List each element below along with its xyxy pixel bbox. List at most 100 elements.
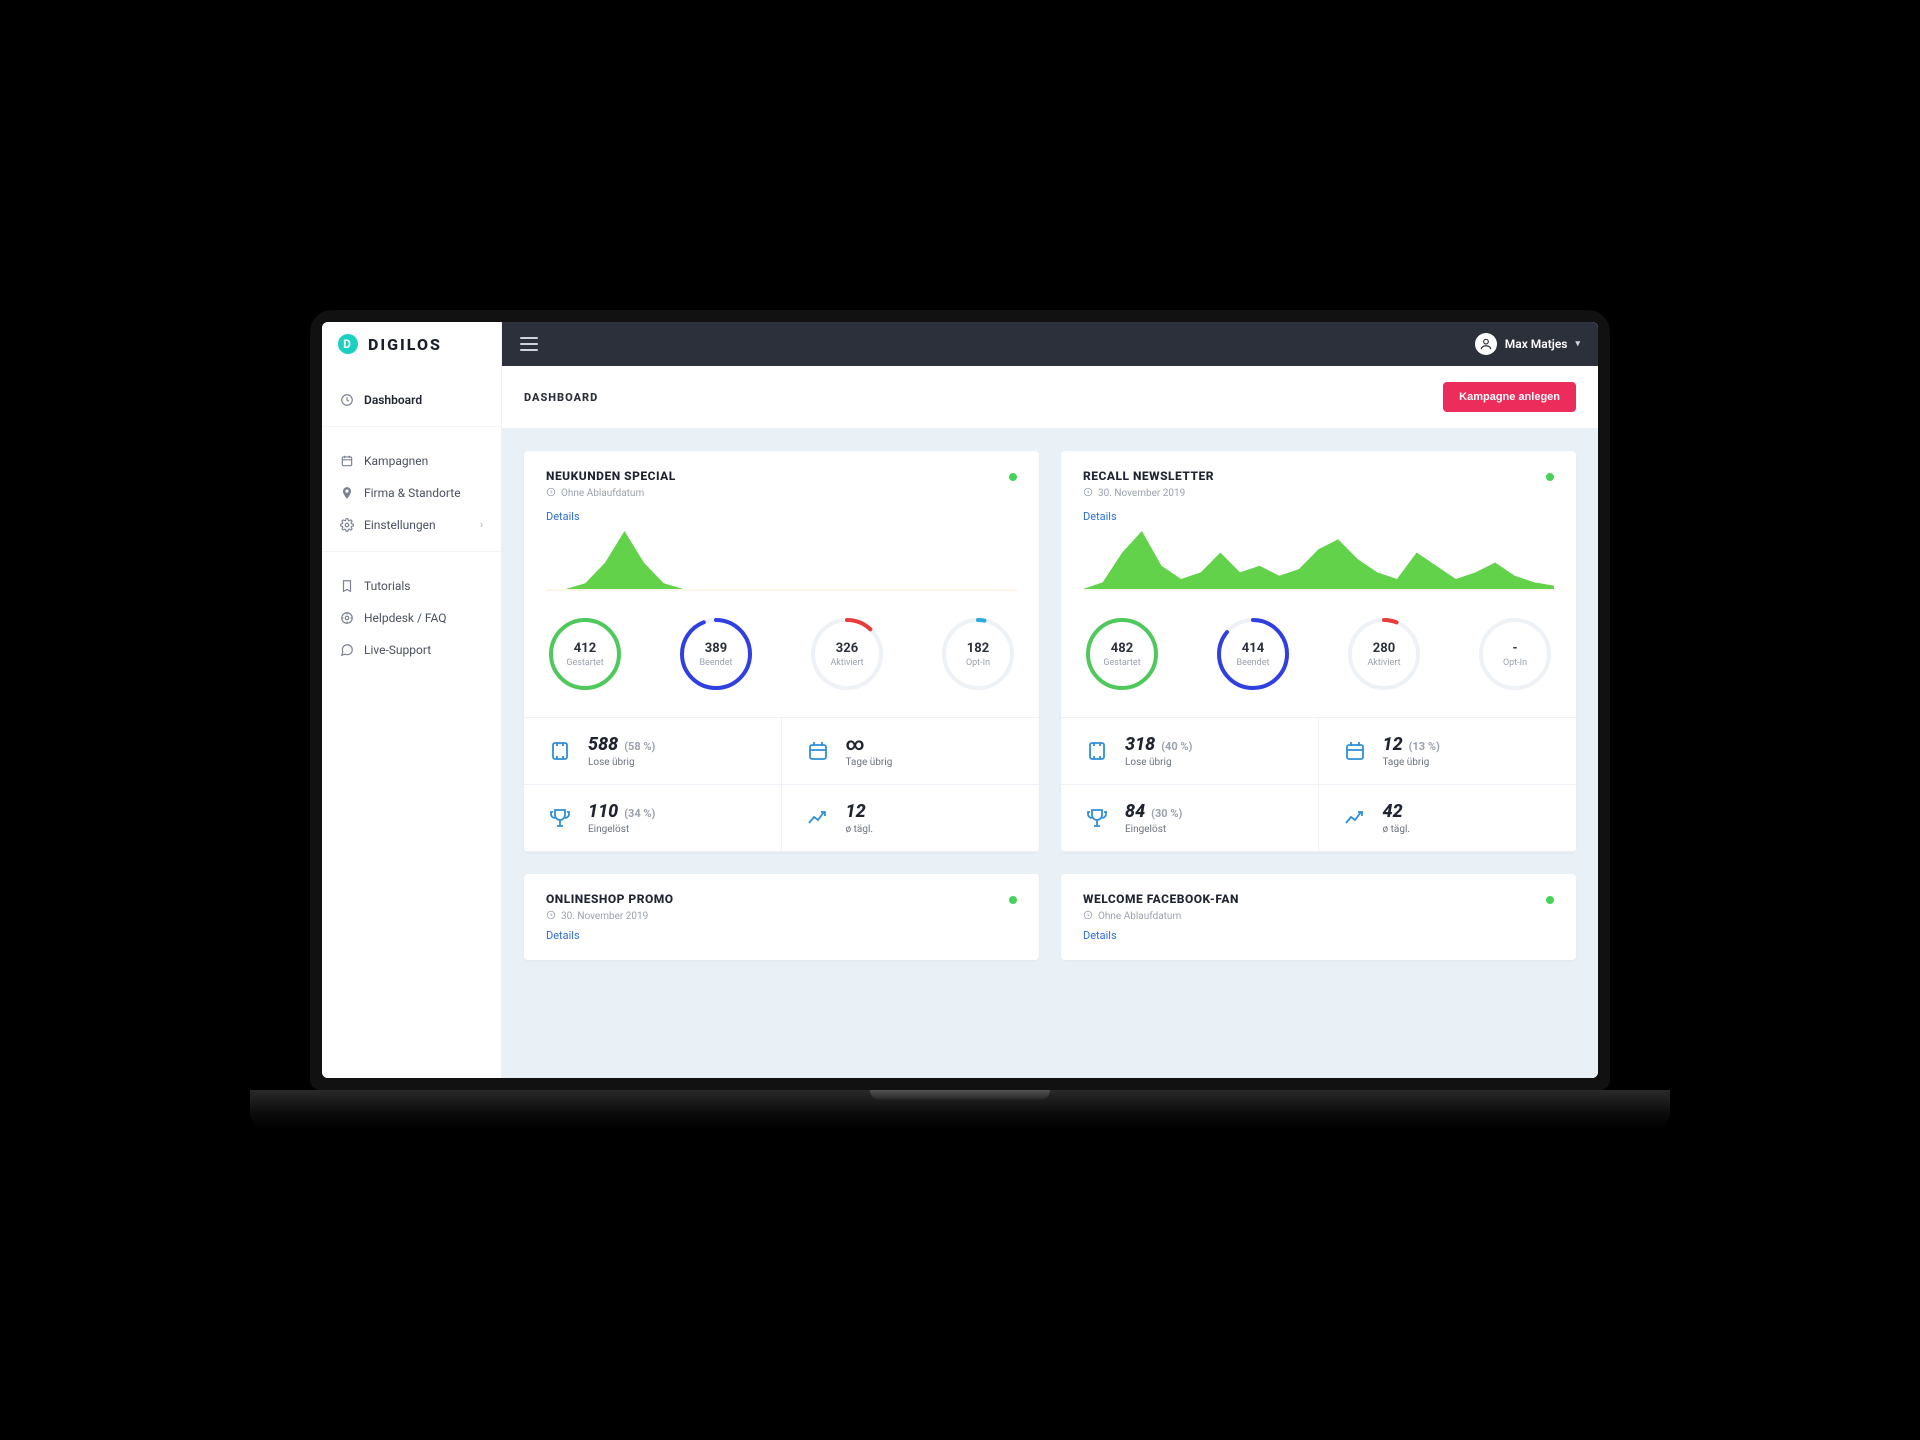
sidebar-item-firma[interactable]: Firma & Standorte: [322, 477, 501, 509]
stat-pct: (40 %): [1161, 740, 1192, 753]
stat-label: Eingelöst: [1125, 824, 1182, 835]
stat-label: Eingelöst: [588, 824, 655, 835]
stat-number: 318: [1125, 734, 1155, 755]
menu-toggle[interactable]: [520, 337, 538, 351]
campaign-card: RECALL NEWSLETTER 30. November 2019 Deta…: [1061, 451, 1576, 852]
book-icon: [340, 579, 354, 593]
sidebar-item-label: Helpdesk / FAQ: [364, 611, 447, 625]
ring-value: 412: [574, 641, 596, 656]
details-link[interactable]: Details: [1061, 504, 1576, 523]
stat-avg: 12 ø tägl.: [782, 785, 1040, 852]
campaign-subtitle: Ohne Ablaufdatum: [561, 488, 644, 499]
main-area: Max Matjes ▾ DASHBOARD Kampagne anlegen …: [502, 322, 1598, 1078]
sidebar-item-tutorials[interactable]: Tutorials: [322, 570, 501, 602]
stat-label: Lose übrig: [588, 757, 655, 768]
trend-icon: [804, 804, 832, 832]
ring-value: 414: [1242, 641, 1264, 656]
sidebar-item-kampagnen[interactable]: Kampagnen: [322, 445, 501, 477]
ticket-icon: [546, 737, 574, 765]
calendar-icon: [804, 737, 832, 765]
user-name: Max Matjes: [1505, 337, 1568, 351]
metric-ring: 280 Aktiviert: [1345, 615, 1423, 693]
calendar-icon: [1341, 737, 1369, 765]
content: NEUKUNDEN SPECIAL Ohne Ablaufdatum Detai…: [502, 429, 1598, 982]
campaign-rings: 412 Gestartet 389 Beendet 326 Aktiviert: [524, 609, 1039, 717]
ring-value: 326: [836, 641, 858, 656]
ring-label: Gestartet: [1103, 658, 1140, 668]
topbar: Max Matjes ▾: [502, 322, 1598, 366]
details-link[interactable]: Details: [524, 504, 1039, 523]
details-link[interactable]: Details: [1061, 923, 1576, 960]
campaign-title: RECALL NEWSLETTER: [1083, 469, 1214, 483]
sidebar-item-helpdesk[interactable]: Helpdesk / FAQ: [322, 602, 501, 634]
stat-eingeloest: 110 (34 %) Eingelöst: [524, 785, 782, 852]
campaign-title: WELCOME FACEBOOK-FAN: [1083, 892, 1239, 906]
brand-mark-icon: D: [338, 334, 358, 354]
sidebar-item-label: Tutorials: [364, 579, 411, 593]
chevron-right-icon: ›: [480, 520, 483, 531]
campaign-stats: 588 (58 %) Lose übrig ∞ Tage übrig: [524, 717, 1039, 852]
sidebar-item-label: Einstellungen: [364, 518, 436, 532]
campaign-subtitle: 30. November 2019: [561, 911, 648, 922]
campaign-stats: 318 (40 %) Lose übrig 12 (13 %) Tage übr…: [1061, 717, 1576, 852]
stat-label: Tage übrig: [846, 757, 893, 768]
trend-icon: [1341, 804, 1369, 832]
brand-name: DIGILOS: [368, 335, 442, 354]
page-title: DASHBOARD: [524, 391, 598, 404]
stat-eingeloest: 84 (30 %) Eingelöst: [1061, 785, 1319, 852]
ring-label: Opt-In: [1503, 658, 1527, 668]
status-dot: [1546, 896, 1554, 904]
clock-icon: [546, 910, 556, 923]
campaign-card: WELCOME FACEBOOK-FAN Ohne Ablaufdatum De…: [1061, 874, 1576, 960]
ring-value: 280: [1373, 641, 1395, 656]
ticket-icon: [1083, 737, 1111, 765]
metric-ring: 414 Beendet: [1214, 615, 1292, 693]
stat-number: 110: [588, 801, 618, 822]
dashboard-icon: [340, 393, 354, 407]
avatar: [1475, 333, 1497, 355]
status-dot: [1009, 473, 1017, 481]
sidebar: D DIGILOS Dashboard: [322, 322, 502, 1078]
stat-tage: ∞ Tage übrig: [782, 718, 1040, 785]
details-link[interactable]: Details: [524, 923, 1039, 960]
user-menu[interactable]: Max Matjes ▾: [1475, 333, 1580, 355]
stat-label: ø tägl.: [1383, 824, 1411, 835]
stat-number: 12: [1383, 734, 1403, 755]
metric-ring: 389 Beendet: [677, 615, 755, 693]
metric-ring: - Opt-In: [1476, 615, 1554, 693]
trophy-icon: [546, 804, 574, 832]
stat-pct: (30 %): [1151, 807, 1182, 820]
sidebar-item-label: Firma & Standorte: [364, 486, 461, 500]
ring-label: Beendet: [1237, 658, 1270, 668]
sidebar-item-label: Kampagnen: [364, 454, 428, 468]
metric-ring: 326 Aktiviert: [808, 615, 886, 693]
ring-label: Aktiviert: [830, 658, 863, 668]
stat-pct: (58 %): [624, 740, 655, 753]
sidebar-item-dashboard[interactable]: Dashboard: [322, 384, 501, 416]
ring-value: -: [1512, 641, 1517, 656]
sidebar-item-live-support[interactable]: Live-Support: [322, 634, 501, 666]
ring-label: Aktiviert: [1367, 658, 1400, 668]
sidebar-item-label: Dashboard: [364, 393, 422, 407]
create-campaign-button[interactable]: Kampagne anlegen: [1443, 382, 1576, 412]
metric-ring: 482 Gestartet: [1083, 615, 1161, 693]
campaign-card: ONLINESHOP PROMO 30. November 2019 Detai…: [524, 874, 1039, 960]
ring-value: 182: [967, 641, 989, 656]
clock-icon: [546, 487, 556, 500]
campaign-subtitle: Ohne Ablaufdatum: [1098, 911, 1181, 922]
chevron-down-icon: ▾: [1575, 339, 1580, 349]
trophy-icon: [1083, 804, 1111, 832]
stat-lose: 588 (58 %) Lose übrig: [524, 718, 782, 785]
stat-number: 12: [846, 801, 866, 822]
sidebar-item-einstellungen[interactable]: Einstellungen ›: [322, 509, 501, 541]
campaign-card: NEUKUNDEN SPECIAL Ohne Ablaufdatum Detai…: [524, 451, 1039, 852]
campaign-title: ONLINESHOP PROMO: [546, 892, 674, 906]
stat-number: 588: [588, 734, 618, 755]
clock-icon: [1083, 910, 1093, 923]
status-dot: [1546, 473, 1554, 481]
location-icon: [340, 486, 354, 500]
ring-label: Beendet: [700, 658, 733, 668]
campaign-icon: [340, 454, 354, 468]
metric-ring: 182 Opt-In: [939, 615, 1017, 693]
stat-pct: (34 %): [624, 807, 655, 820]
